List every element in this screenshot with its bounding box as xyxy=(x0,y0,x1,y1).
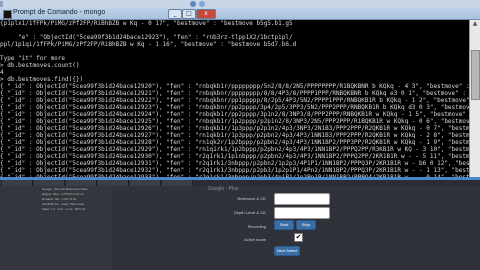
console-line: ppl/1p1qi/1fFPk/PiMG/zPf2FP/RiBhBZB w Kq… xyxy=(0,41,297,48)
info-line: Google - Plus HD Bestmove Video xyxy=(42,187,88,191)
bestmove-label: Bestmove & OK xyxy=(237,196,266,201)
console-output[interactable]: {p1plx1/1fFPk/PiMG/zPf2FP/RiBhBZB w Kq -… xyxy=(0,20,470,188)
top-toolbar xyxy=(0,0,480,8)
toolbar-grip xyxy=(0,1,3,7)
console-line: 4 xyxy=(0,69,4,76)
toolbar-app-icon[interactable] xyxy=(190,1,196,7)
bestmove-input[interactable] xyxy=(274,193,330,205)
scrollbar-thumb[interactable] xyxy=(471,50,480,100)
vertical-scrollbar[interactable]: ▲ ▼ xyxy=(469,20,480,188)
scroll-up-icon[interactable]: ▲ xyxy=(470,20,480,28)
form-title: Google - Plus xyxy=(208,186,239,192)
console-line: { "_id" : ObjectId("5cea99f3b1d24bace129… xyxy=(0,90,470,97)
active-mode-label: Active mode xyxy=(243,237,266,242)
next-select-button[interactable]: Next Select xyxy=(274,246,300,256)
toolbar-app-icon-2[interactable] xyxy=(199,1,205,7)
console-line: { "_id" : ObjectId("5cea99f3b1d24bace129… xyxy=(0,104,470,111)
console-line: { "_id" : ObjectId("5cea99f3b1d24bace129… xyxy=(0,132,470,139)
info-line: Engine: Plus - HTTP/3 0.00 ms xyxy=(42,192,84,196)
active-mode-checkbox[interactable]: ✔ xyxy=(294,233,303,242)
window-title: Prompt de Comando - mongo xyxy=(13,9,106,16)
console-line: > db.bestmoves.count() xyxy=(0,62,80,69)
console-line: { "_id" : ObjectId("5cea99f3b1d24bace129… xyxy=(0,167,470,174)
console-line: Type "it" for more xyxy=(0,55,66,62)
console-line: { "_id" : ObjectId("5cea99f3b1d24bace129… xyxy=(0,83,470,90)
start-button[interactable]: Start xyxy=(274,220,294,230)
depth-input[interactable] xyxy=(274,207,330,219)
console-line: { "_id" : ObjectId("5cea99f3b1d24bace129… xyxy=(0,153,470,160)
console-line: { "_id" : ObjectId("5cea99f3b1d24bace129… xyxy=(0,160,470,167)
close-button[interactable]: x xyxy=(196,9,216,19)
command-prompt-window: Prompt de Comando - mongo _ □ x {p1plx1/… xyxy=(0,8,480,188)
recording-label: Recording xyxy=(247,224,266,229)
console-line: > db.bestmoves.find({}) xyxy=(0,76,84,83)
console-line: { "_id" : ObjectId("5cea99f3b1d24bace129… xyxy=(0,118,470,125)
window-titlebar[interactable]: Prompt de Comando - mongo _ □ x xyxy=(0,8,480,20)
console-line: { "_id" : ObjectId("5cea99f3b1d24bace129… xyxy=(0,139,470,146)
info-line: Stats: 7.0 - 12.0 - 1 ms - 96.5 Hz xyxy=(42,207,86,211)
info-line: Duration: HD - 1:03 / 6:40 xyxy=(42,197,77,201)
console-line: { "_id" : ObjectId("5cea99f3b1d24bace129… xyxy=(0,111,470,118)
console-line: { "_id" : ObjectId("5cea99f3b1d24bace129… xyxy=(0,125,470,132)
minimize-button[interactable]: _ xyxy=(168,9,182,19)
console-line: { "_id" : ObjectId("5cea99f3b1d24bace129… xyxy=(0,146,470,153)
app-panel: Google - Plus HD Bestmove Video Engine: … xyxy=(0,186,480,270)
stop-button[interactable]: Stop xyxy=(296,220,316,230)
left-info-panel: Google - Plus HD Bestmove Video Engine: … xyxy=(0,186,112,270)
console-line: { "_id" : ObjectId("5cea99f3b1d24bace129… xyxy=(0,97,470,104)
console-line: {p1plx1/1fFPk/PiMG/zPf2FP/RiBhBZB w Kq -… xyxy=(0,20,293,27)
info-line: Stockfish 10 - ready, Plus mode xyxy=(42,202,85,206)
console-line: "e" : "ObjectId("5cea99f3b1d24bace12923"… xyxy=(0,34,293,41)
depth-label: Depth Level & OK xyxy=(233,210,266,215)
console-icon xyxy=(3,10,12,19)
maximize-button[interactable]: □ xyxy=(182,9,196,19)
